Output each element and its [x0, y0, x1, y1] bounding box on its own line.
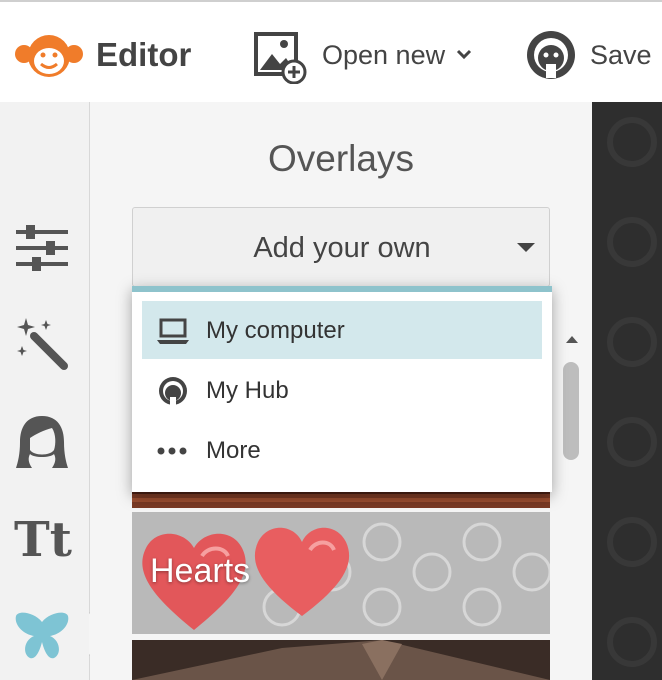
- menu-item-label: My computer: [206, 317, 345, 344]
- scrollbar-thumb[interactable]: [563, 362, 579, 460]
- thumbnail-label: Hearts: [150, 552, 251, 590]
- top-bar: Editor Open new Save: [0, 0, 662, 102]
- open-new-button[interactable]: Open new: [322, 40, 445, 71]
- app-title: Editor: [96, 36, 192, 73]
- save-hub-icon[interactable]: [524, 28, 578, 82]
- overlay-thumbnail-hearts[interactable]: Hearts: [132, 512, 550, 634]
- overlay-thumbnail-partial[interactable]: [132, 640, 550, 680]
- menu-item-my-computer[interactable]: My computer: [142, 301, 542, 359]
- menu-item-my-hub[interactable]: My Hub: [142, 361, 542, 419]
- open-image-icon[interactable]: [254, 30, 308, 84]
- add-your-own-label: Add your own: [253, 232, 431, 264]
- magic-wand-icon[interactable]: [14, 316, 70, 372]
- menu-item-label: My Hub: [206, 377, 289, 404]
- add-your-own-menu: My computer My Hub More: [132, 286, 552, 492]
- add-your-own-dropdown[interactable]: Add your own: [132, 207, 550, 287]
- overlay-thumbnail-partial[interactable]: [132, 490, 550, 508]
- face-icon[interactable]: [14, 414, 70, 470]
- canvas-area: [592, 102, 662, 680]
- hub-icon: [159, 377, 187, 406]
- caret-down-icon: [517, 243, 535, 252]
- monkey-logo-icon[interactable]: [14, 32, 84, 80]
- scroll-up-arrow-icon[interactable]: [566, 336, 578, 343]
- menu-item-label: More: [206, 437, 261, 464]
- menu-item-more[interactable]: More: [142, 421, 542, 479]
- tool-sidebar: Tt: [0, 102, 90, 680]
- save-button[interactable]: Save: [590, 40, 652, 71]
- laptop-icon: [157, 318, 189, 344]
- panel-title: Overlays: [268, 138, 414, 179]
- more-dots-icon: [157, 447, 187, 455]
- butterfly-icon[interactable]: [14, 608, 70, 664]
- text-icon[interactable]: Tt: [14, 512, 72, 568]
- sliders-icon[interactable]: [14, 220, 70, 276]
- chevron-down-icon[interactable]: [456, 46, 472, 62]
